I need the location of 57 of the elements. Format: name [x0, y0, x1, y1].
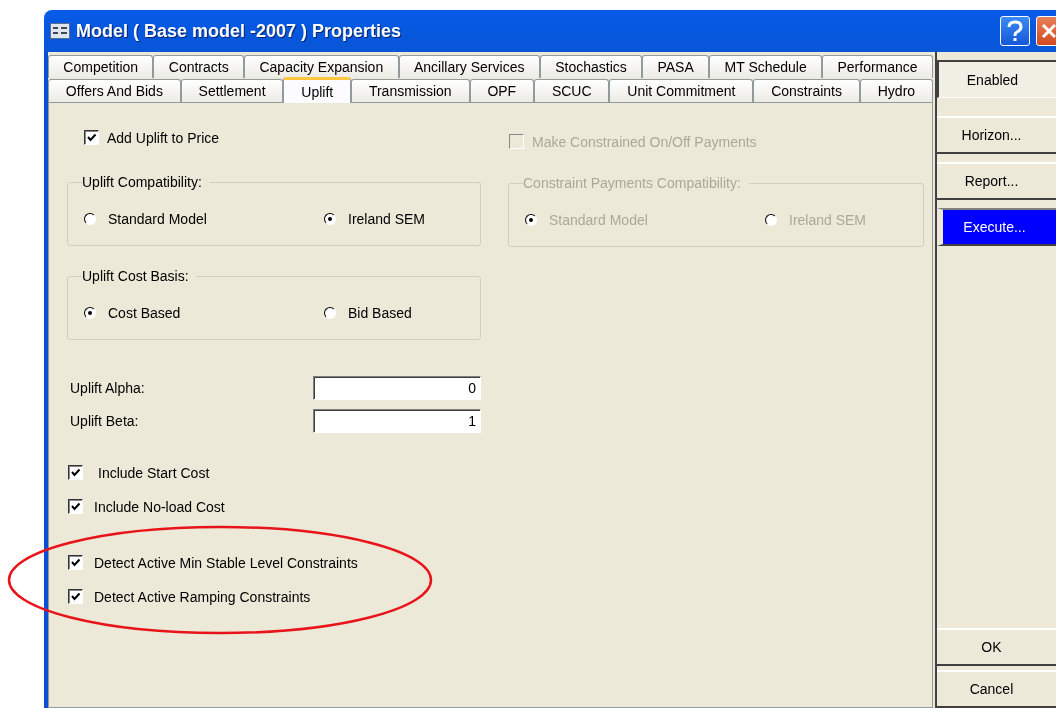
tab[interactable]: Offers And Bids — [48, 79, 181, 102]
dialog-button[interactable]: Cancel — [936, 670, 1056, 708]
tab[interactable]: Stochastics — [539, 55, 643, 78]
radio-button[interactable] — [324, 307, 336, 319]
tab[interactable]: Contracts — [153, 55, 245, 78]
close-icon — [1040, 22, 1056, 40]
toggle-button[interactable]: Enabled — [936, 60, 1056, 98]
tab[interactable]: SCUC — [534, 79, 610, 102]
tab[interactable]: OPF — [469, 79, 535, 102]
radio-label: Standard Model — [108, 211, 207, 227]
tab[interactable]: Constraints — [753, 79, 860, 102]
tab[interactable]: Transmission — [351, 79, 470, 102]
checkbox[interactable] — [68, 465, 83, 480]
tab[interactable]: MT Schedule — [709, 55, 823, 78]
side-button[interactable]: Report... — [936, 162, 1056, 200]
radio-label: Standard Model — [549, 212, 648, 228]
window-icon — [50, 23, 70, 39]
side-button[interactable]: Horizon... — [936, 116, 1056, 154]
checkbox[interactable] — [68, 589, 83, 604]
checkbox[interactable] — [68, 555, 83, 570]
group-title: Constraint Payments Compatibility: — [523, 175, 742, 191]
checkbox-label: Include No-load Cost — [94, 498, 225, 515]
tab[interactable]: Hydro — [859, 79, 933, 102]
close-button[interactable] — [1036, 16, 1056, 46]
tab[interactable]: Competition — [48, 55, 154, 78]
tab[interactable]: Unit Commitment — [609, 79, 754, 102]
field-label: Uplift Beta: — [70, 413, 140, 429]
tab[interactable]: Ancillary Services — [398, 55, 540, 78]
dialog-button[interactable]: OK — [936, 628, 1056, 666]
group-title: Uplift Compatibility: — [82, 174, 203, 190]
radio-label: Bid Based — [348, 305, 412, 321]
tab[interactable]: PASA — [642, 55, 710, 78]
field-label: Uplift Alpha: — [70, 380, 146, 396]
tab[interactable]: Capacity Expansion — [244, 55, 399, 78]
checkbox-label: Detect Active Ramping Constraints — [94, 588, 311, 605]
radio-button[interactable] — [84, 307, 96, 319]
side-button[interactable]: Execute... — [936, 208, 1056, 246]
radio-label: Cost Based — [108, 305, 181, 321]
radio-label: Ireland SEM — [789, 212, 867, 228]
radio-label: Ireland SEM — [348, 211, 426, 227]
question-mark-icon — [1006, 20, 1024, 42]
checkbox-label: Add Uplift to Price — [107, 129, 220, 146]
checkbox[interactable] — [68, 499, 83, 514]
tab[interactable]: Settlement — [180, 79, 284, 102]
checkbox-label: Make Constrained On/Off Payments — [532, 133, 757, 150]
group-title: Uplift Cost Basis: — [82, 268, 190, 284]
help-button[interactable] — [1000, 16, 1030, 46]
tab[interactable]: Uplift — [283, 77, 352, 103]
radio-button[interactable] — [324, 213, 336, 225]
tab[interactable]: Performance — [822, 55, 934, 78]
checkbox-label: Detect Active Min Stable Level Constraints — [94, 554, 358, 571]
number-field[interactable]: 0 — [313, 376, 481, 400]
window-title: Model ( Base model -2007 ) Properties — [76, 20, 403, 42]
radio-button[interactable] — [84, 213, 96, 225]
checkbox[interactable] — [84, 130, 99, 145]
number-field[interactable]: 1 — [313, 409, 481, 433]
checkbox-label: Include Start Cost — [98, 464, 210, 481]
